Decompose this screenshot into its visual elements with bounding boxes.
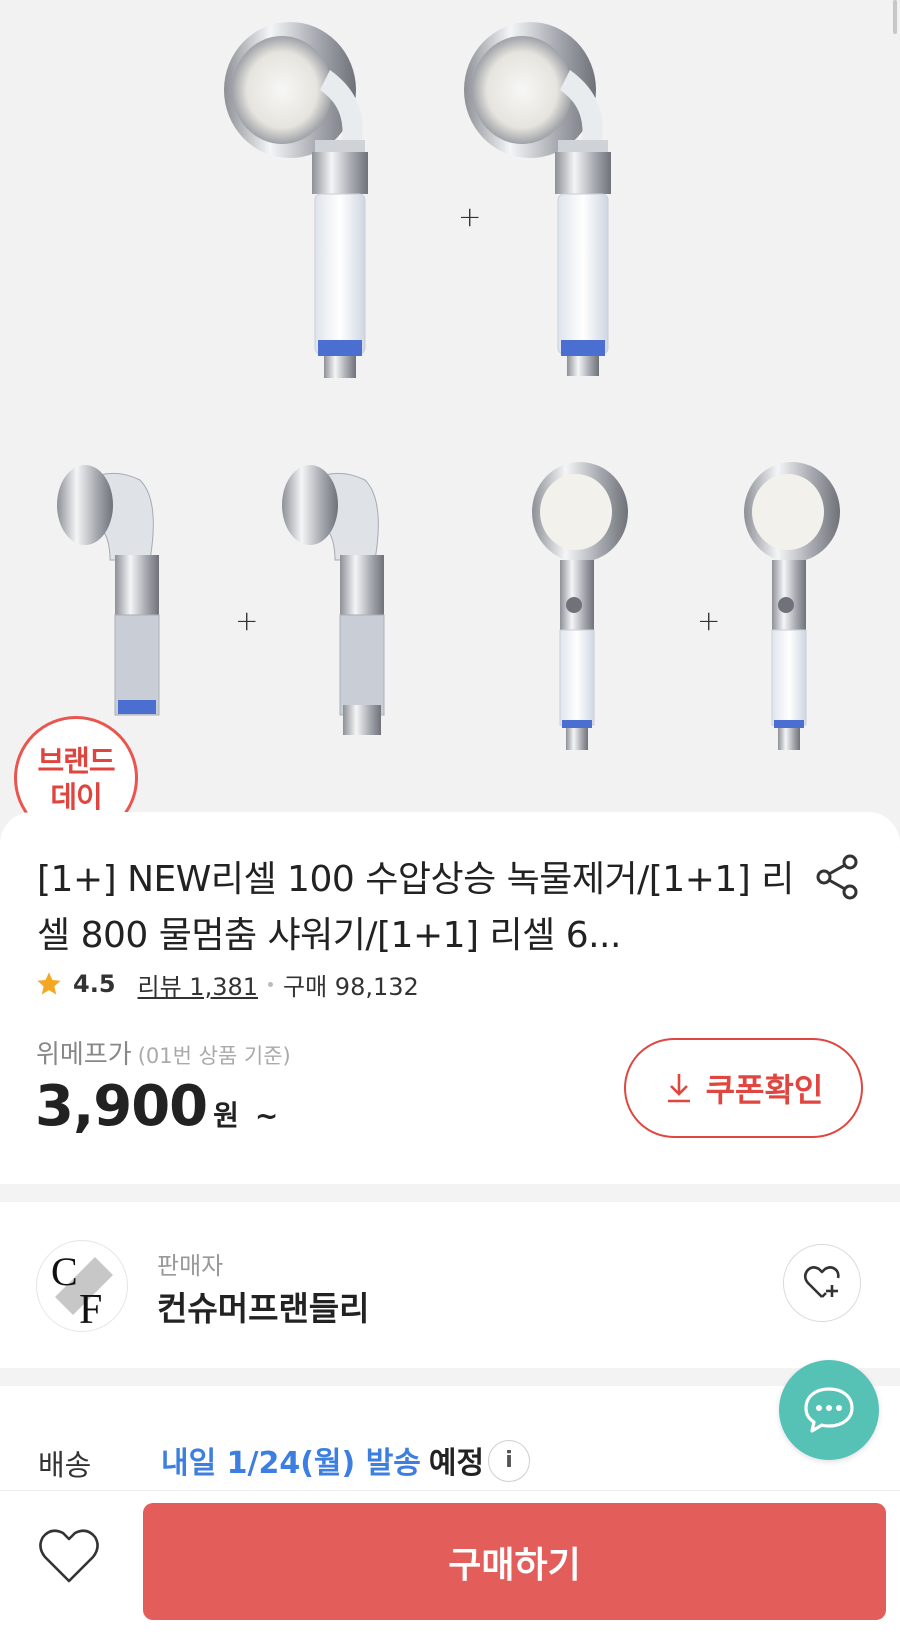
star-icon xyxy=(37,972,61,995)
info-icon[interactable]: i xyxy=(488,1440,530,1482)
price-suffix: ~ xyxy=(254,1099,279,1132)
review-count-link[interactable]: 리뷰 1,381 xyxy=(138,967,259,1002)
shower-6 xyxy=(744,462,840,750)
shower-4 xyxy=(282,465,385,735)
heart-plus-icon xyxy=(803,1266,840,1298)
shipping-row: 배송 내일 1/24(월) 발송 예정 i xyxy=(0,1386,900,1496)
shipping-plan: 예정 xyxy=(428,1446,485,1481)
plus-sign-2: + xyxy=(235,604,259,637)
chat-button[interactable] xyxy=(779,1360,879,1460)
plus-sign-3: + xyxy=(697,604,721,637)
badge-line-2: 데이 xyxy=(50,780,102,814)
price-label-text: 위메프가 xyxy=(36,1040,132,1070)
badge-line-1: 브랜드 xyxy=(37,744,115,778)
seller-follow-button[interactable] xyxy=(783,1244,861,1322)
rating-value: 4.5 xyxy=(73,970,116,998)
heart-icon xyxy=(39,1529,99,1583)
rating-row: 4.5 리뷰 1,381 구매 98,132 xyxy=(35,967,419,1001)
coupon-check-button[interactable]: 쿠폰확인 xyxy=(624,1038,863,1138)
seller-logo-image: C F xyxy=(51,1249,113,1332)
section-divider xyxy=(0,1368,900,1386)
share-icon xyxy=(816,854,858,900)
shower-1 xyxy=(224,22,368,378)
chat-icon xyxy=(804,1387,854,1433)
shower-3 xyxy=(57,465,160,716)
download-icon xyxy=(667,1074,690,1103)
shipping-date: 내일 1/24(월) 발송 예정 xyxy=(161,1438,484,1482)
coupon-label: 쿠폰확인 xyxy=(705,1071,824,1109)
shower-2 xyxy=(464,22,611,376)
purchase-count: 구매 98,132 xyxy=(283,972,419,1001)
price-label: 위메프가 (01번 상품 기준) xyxy=(36,1034,291,1071)
product-image[interactable]: + + + 브랜드 데이 xyxy=(0,0,900,850)
svg-text:F: F xyxy=(79,1287,102,1332)
seller-label: 판매자 xyxy=(157,1252,224,1280)
plus-sign-1: + xyxy=(458,200,482,233)
price-currency: 원 xyxy=(213,1099,239,1132)
separator-dot xyxy=(268,981,274,987)
wishlist-button[interactable] xyxy=(36,1523,102,1589)
price-row: 3,900 원 ~ xyxy=(35,1074,278,1139)
price-value: 3,900 xyxy=(35,1074,208,1139)
bottom-action-bar: 구매하기 xyxy=(0,1490,900,1644)
buy-button[interactable]: 구매하기 xyxy=(143,1503,886,1620)
svg-text:C: C xyxy=(51,1249,78,1294)
section-divider xyxy=(0,1184,900,1202)
price-basis: (01번 상품 기준) xyxy=(137,1044,291,1068)
shower-heads-illustration xyxy=(57,22,840,750)
shower-5 xyxy=(532,462,628,750)
seller-logo[interactable]: C F xyxy=(36,1240,128,1332)
shipping-label: 배송 xyxy=(38,1448,92,1482)
share-button[interactable] xyxy=(812,852,862,902)
shipping-date-text: 내일 1/24(월) 발송 xyxy=(161,1446,421,1481)
product-info-card: [1+] NEW리셀 100 수압상승 녹물제거/[1+1] 리셀 800 물멈… xyxy=(0,812,900,1184)
buy-label: 구매하기 xyxy=(448,1544,581,1586)
seller-section[interactable]: C F 판매자 컨슈머프랜들리 xyxy=(0,1202,900,1368)
product-title: [1+] NEW리셀 100 수압상승 녹물제거/[1+1] 리셀 800 물멈… xyxy=(37,859,794,956)
seller-name[interactable]: 컨슈머프랜들리 xyxy=(157,1282,370,1330)
